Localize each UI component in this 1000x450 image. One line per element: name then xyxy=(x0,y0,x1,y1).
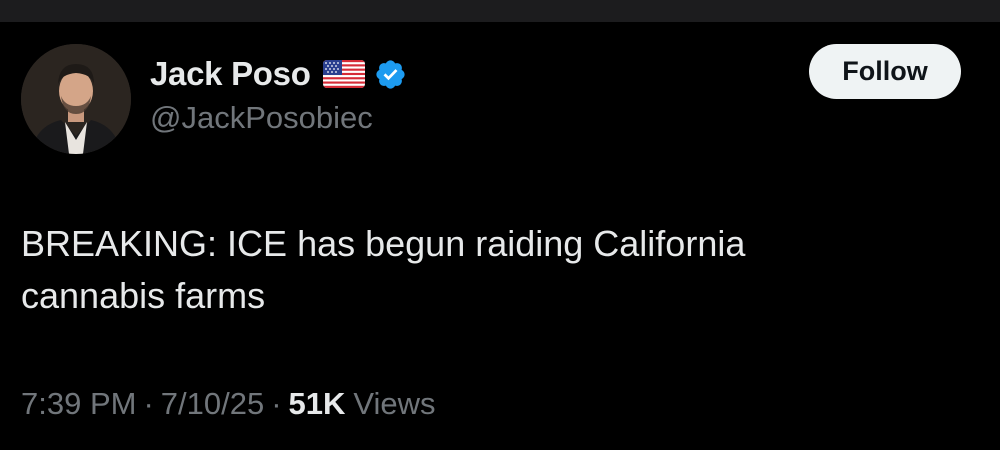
views-count[interactable]: 51K xyxy=(289,386,346,422)
meta-separator: · xyxy=(143,386,154,421)
follow-button[interactable]: Follow xyxy=(809,44,961,99)
avatar[interactable] xyxy=(21,44,131,154)
tweet-card: Jack Poso @JackPosobiec Follow BREAKING:… xyxy=(0,22,1000,450)
tweet-date[interactable]: 7/10/25 xyxy=(161,386,264,422)
tweet-time[interactable]: 7:39 PM xyxy=(21,386,136,422)
tweet-text: BREAKING: ICE has begun raiding Californ… xyxy=(21,223,746,316)
tweet-meta: 7:39 PM · 7/10/25 · 51K Views xyxy=(21,386,436,426)
meta-separator: · xyxy=(271,386,282,421)
author-handle[interactable]: @JackPosobiec xyxy=(150,100,373,136)
author-display-name[interactable]: Jack Poso xyxy=(150,55,311,93)
author-name-row: Jack Poso xyxy=(150,54,407,94)
views-label: Views xyxy=(353,386,436,421)
verified-badge-icon[interactable] xyxy=(374,58,407,91)
top-status-strip xyxy=(0,0,1000,22)
us-flag-icon xyxy=(322,60,365,88)
